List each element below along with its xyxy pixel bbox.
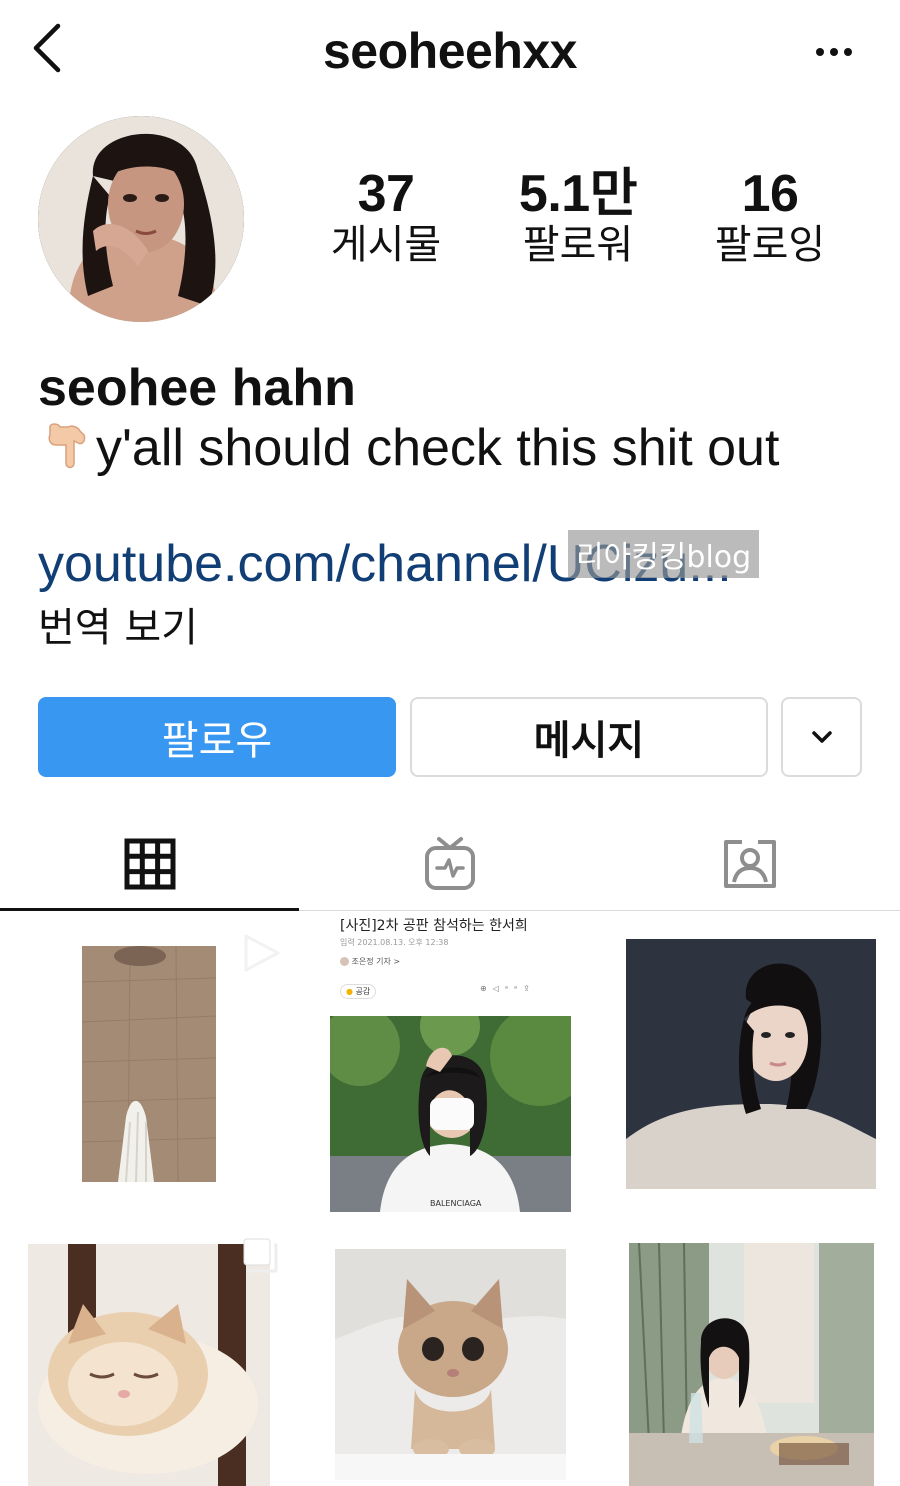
reel-icon xyxy=(244,934,280,972)
multiple-photos-icon xyxy=(243,1238,278,1273)
news-timestamp: 입력 2021.08.13. 오후 12:38 xyxy=(340,938,449,947)
post-photo-kitten xyxy=(335,1249,566,1480)
news-photo-tshirt-text: BALENCIAGA xyxy=(430,1199,482,1208)
profile-username: seoheehxx xyxy=(323,23,577,79)
posts-count-label: 게시물 xyxy=(330,222,442,268)
news-photo: BALENCIAGA xyxy=(330,1016,571,1212)
tab-grid[interactable] xyxy=(0,818,300,910)
news-headline: [사진]2차 공판 참석하는 한서희 xyxy=(340,918,528,934)
profile-bio: y'all should check this shit out xyxy=(38,418,868,478)
followers-count-value: 5.1만 xyxy=(518,165,638,223)
post-photo-cafe xyxy=(629,1243,874,1486)
following-count[interactable]: 16 팔로잉 xyxy=(690,164,850,270)
tab-igtv[interactable] xyxy=(300,818,600,910)
chevron-down-icon xyxy=(811,731,832,743)
post-thumbnail[interactable] xyxy=(600,912,900,1212)
post-thumbnail[interactable]: [사진]2차 공판 참석하는 한서희 입력 2021.08.13. 오후 12:… xyxy=(300,912,599,1212)
follow-button[interactable]: 팔로우 xyxy=(38,697,396,777)
posts-count[interactable]: 37 게시물 xyxy=(306,164,466,270)
more-options-button[interactable] xyxy=(808,30,860,70)
reporter-avatar xyxy=(340,957,349,966)
suggested-accounts-button[interactable] xyxy=(781,697,862,777)
following-count-label: 팔로잉 xyxy=(714,222,826,268)
avatar-photo xyxy=(38,116,244,322)
watermark-text: 리아킹킹blog xyxy=(568,530,760,578)
post-photo-kitten-sleeping xyxy=(28,1244,270,1486)
post-thumbnail[interactable] xyxy=(0,1213,299,1486)
post-thumbnail[interactable] xyxy=(0,912,299,1212)
more-horizontal-icon xyxy=(816,48,852,56)
message-button[interactable]: 메시지 xyxy=(410,697,768,777)
profile-full-name: seohee hahn xyxy=(38,359,356,417)
following-count-value: 16 xyxy=(741,165,799,223)
see-translation-link[interactable]: 번역 보기 xyxy=(38,602,198,654)
news-like-label: 공감 xyxy=(355,987,371,996)
tagged-person-icon xyxy=(724,840,776,888)
tab-tagged[interactable] xyxy=(600,818,900,910)
posts-count-value: 37 xyxy=(357,165,415,223)
followers-count[interactable]: 5.1만 팔로워 xyxy=(498,164,658,270)
news-like-badge: ● 공감 xyxy=(340,984,377,999)
followers-count-label: 팔로워 xyxy=(522,222,634,268)
profile-avatar[interactable] xyxy=(38,116,244,322)
igtv-icon xyxy=(425,837,475,890)
news-reporter: 조은정 기자 > xyxy=(340,956,400,967)
post-thumbnail[interactable] xyxy=(300,1213,599,1486)
bio-text: y'all should check this shit out xyxy=(96,419,780,477)
post-thumbnail[interactable] xyxy=(600,1213,900,1486)
news-toolbar-icons: ⊕◁ᵃᵃ⇪ xyxy=(480,984,536,993)
emoji-icon: ● xyxy=(346,987,353,996)
hand-pointing-down-icon xyxy=(38,419,96,471)
post-photo-portrait xyxy=(626,939,876,1189)
news-reporter-name: 조은정 기자 > xyxy=(351,957,401,966)
grid-icon xyxy=(124,838,176,890)
active-tab-indicator xyxy=(0,908,299,911)
